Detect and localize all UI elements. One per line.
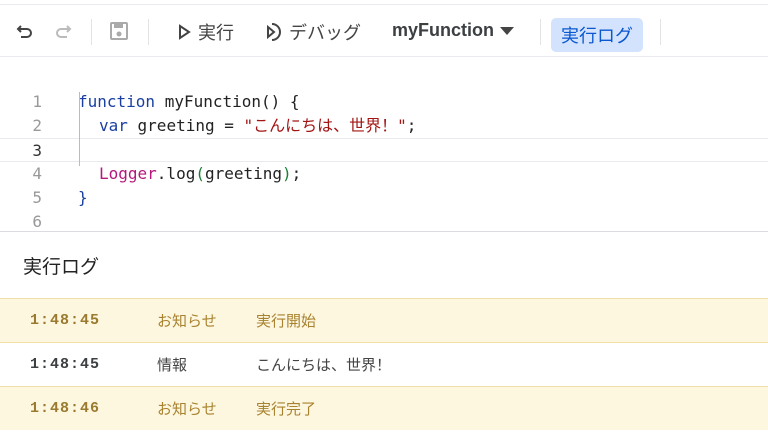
debug-icon — [267, 23, 281, 41]
code-editor[interactable]: 1 function myFunction() { 2 var greeting =… — [0, 58, 768, 232]
code-line: 6 — [0, 210, 768, 234]
code-text: greeting = — [127, 116, 244, 135]
code-text: myFunction() { — [155, 92, 300, 111]
code-text: .log — [156, 164, 196, 183]
keyword: function — [78, 92, 156, 111]
run-label: 実行 — [198, 23, 234, 44]
run-button[interactable]: 実行 — [176, 18, 234, 46]
log-time: 1:48:46 — [30, 400, 101, 417]
divider — [148, 19, 149, 45]
log-message: 実行完了 — [256, 400, 317, 418]
indent-guide — [79, 92, 80, 166]
log-row: 1:48:45 お知らせ 実行開始 — [0, 298, 768, 342]
code-line: 2 var greeting = "こんにちは、世界！"; — [0, 114, 768, 138]
log-time: 1:48:45 — [30, 356, 101, 373]
line-number: 6 — [32, 212, 42, 231]
object-name: Logger — [99, 164, 157, 183]
paren: ) — [282, 164, 292, 183]
code-line-current: 3 — [0, 138, 768, 162]
divider — [91, 19, 92, 45]
divider — [540, 19, 541, 45]
undo-icon[interactable] — [14, 20, 36, 42]
line-number: 3 — [32, 141, 42, 160]
log-message: 実行開始 — [256, 312, 317, 330]
line-number: 5 — [32, 188, 42, 207]
code-text: greeting — [204, 164, 283, 183]
code-line: 5} — [0, 186, 768, 210]
execution-log-button[interactable]: 実行ログ — [551, 18, 643, 52]
dropdown-arrow-icon — [500, 26, 514, 35]
code-line: 1 function myFunction() { — [0, 90, 768, 114]
code-text: } — [78, 188, 88, 207]
play-icon — [179, 24, 191, 40]
code-line: 4 Logger.log(greeting); — [0, 162, 768, 186]
keyword: var — [99, 116, 128, 135]
toolbar: 実行 デバッグ myFunction 実行ログ — [0, 5, 768, 57]
log-message: こんにちは、世界！ — [256, 356, 392, 374]
log-time: 1:48:45 — [30, 312, 101, 329]
log-row: 1:48:45 情報 こんにちは、世界！ — [0, 342, 768, 386]
function-select-value: myFunction — [392, 20, 494, 40]
line-number: 4 — [32, 164, 42, 183]
line-number: 2 — [32, 116, 42, 135]
log-level: お知らせ — [157, 400, 217, 418]
code-text: ; — [406, 116, 417, 135]
string-literal: "こんにちは、世界！" — [243, 116, 407, 135]
log-panel-title: 実行ログ — [23, 256, 100, 278]
code-text: ; — [291, 164, 302, 183]
divider — [660, 19, 661, 45]
paren: ( — [195, 164, 205, 183]
debug-label: デバッグ — [289, 23, 361, 44]
debug-button[interactable]: デバッグ — [263, 18, 361, 46]
function-select[interactable]: myFunction — [392, 20, 514, 41]
log-row: 1:48:46 お知らせ 実行完了 — [0, 386, 768, 430]
log-level: お知らせ — [157, 312, 217, 330]
log-level: 情報 — [157, 356, 188, 374]
save-icon[interactable] — [108, 20, 130, 42]
line-number: 1 — [32, 92, 42, 111]
redo-icon[interactable] — [52, 20, 74, 42]
